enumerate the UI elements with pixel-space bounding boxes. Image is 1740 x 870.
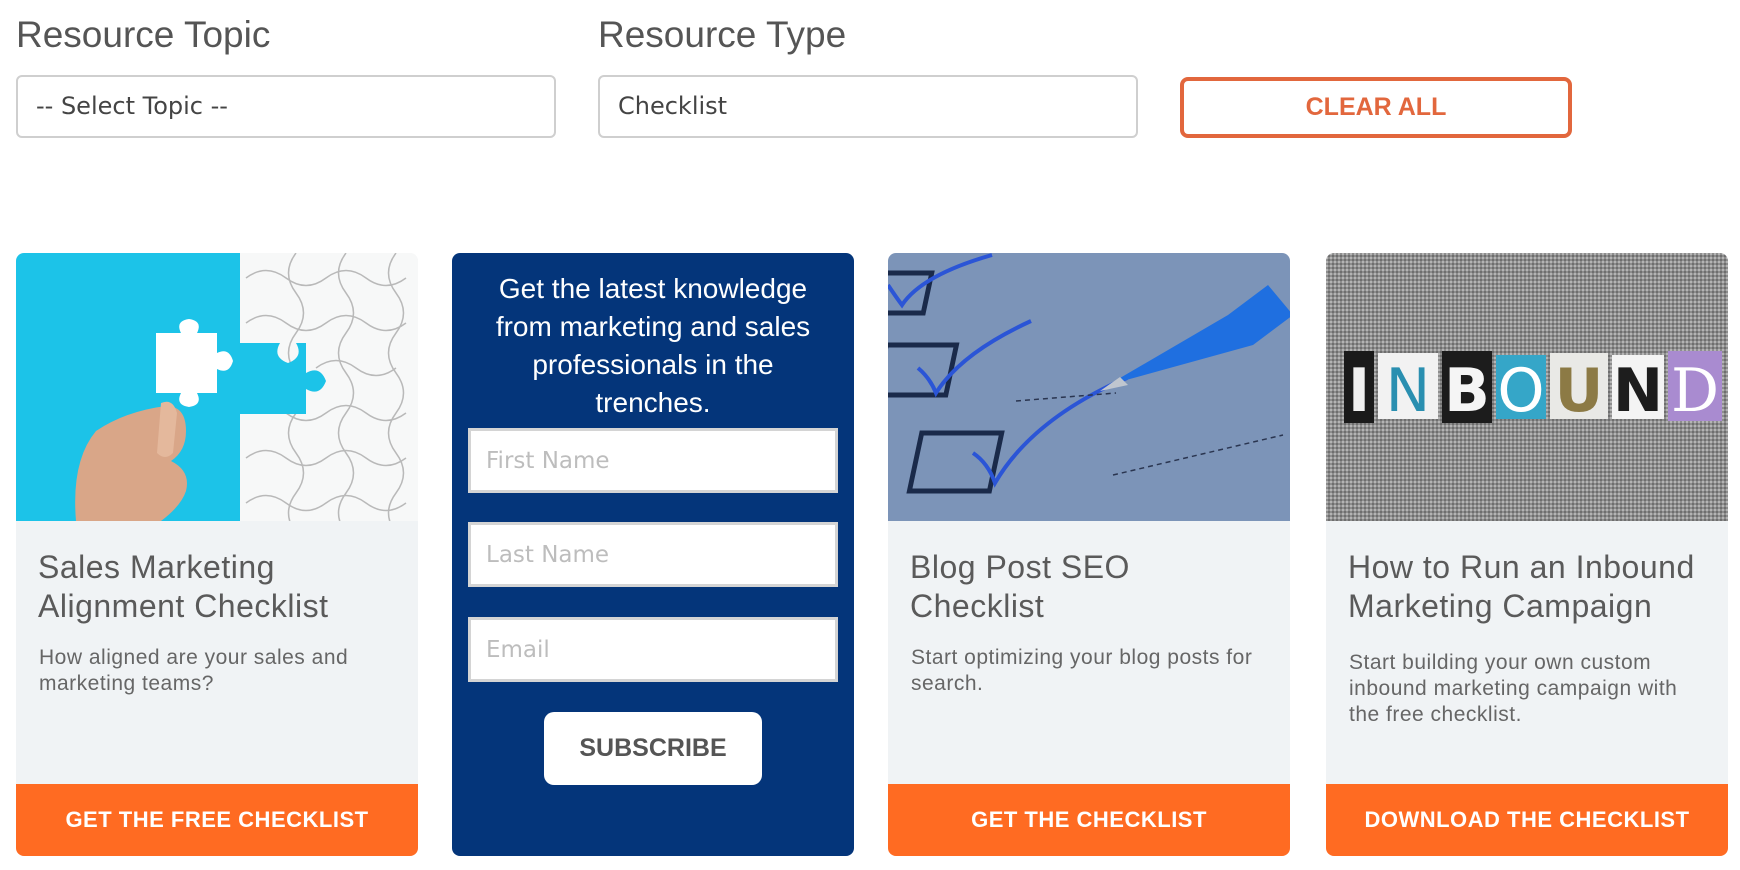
inbound-letter: I: [1348, 356, 1370, 426]
subscribe-button[interactable]: SUBSCRIBE: [544, 712, 762, 785]
first-name-field[interactable]: [468, 428, 838, 493]
clear-all-button[interactable]: CLEAR ALL: [1180, 77, 1572, 138]
inbound-letter: D: [1671, 356, 1719, 426]
resource-topic-label: Resource Topic: [16, 14, 271, 55]
inbound-letter: N: [1613, 356, 1663, 426]
resource-type-label: Resource Type: [598, 14, 847, 55]
card-description: Start optimizing your blog posts for sea…: [911, 646, 1253, 695]
card-description: How aligned are your sales and marketing…: [39, 646, 349, 695]
resource-card: Sales Marketing Alignment Checklist How …: [16, 253, 418, 856]
email-field[interactable]: [468, 617, 838, 682]
puzzle-hand-image[interactable]: [16, 253, 418, 521]
inbound-letter: O: [1497, 356, 1544, 426]
resource-type-select[interactable]: Checklist: [598, 75, 1138, 138]
inbound-letters-image[interactable]: I N B O U N D: [1326, 253, 1728, 521]
resource-card: Blog Post SEO Checklist Start optimizing…: [888, 253, 1290, 856]
resource-card: I N B O U N D How to Run an Inbound Mark…: [1326, 253, 1728, 856]
checklist-pen-image[interactable]: [888, 253, 1290, 521]
card-title[interactable]: How to Run an Inbound Marketing Campaign: [1348, 548, 1708, 626]
subscribe-heading: Get the latest knowledge from marketing …: [495, 273, 811, 418]
inbound-letter: N: [1386, 356, 1431, 426]
card-description: Start building your own custom inbound m…: [1349, 651, 1678, 726]
subscribe-panel: Get the latest knowledge from marketing …: [452, 253, 854, 856]
get-free-checklist-button[interactable]: GET THE FREE CHECKLIST: [16, 784, 418, 856]
get-checklist-button[interactable]: GET THE CHECKLIST: [888, 784, 1290, 856]
inbound-letter: U: [1555, 356, 1604, 426]
download-checklist-button[interactable]: DOWNLOAD THE CHECKLIST: [1326, 784, 1728, 856]
card-title[interactable]: Blog Post SEO Checklist: [910, 548, 1270, 626]
last-name-field[interactable]: [468, 522, 838, 587]
resource-topic-select[interactable]: -- Select Topic --: [16, 75, 556, 138]
inbound-letter: B: [1444, 356, 1490, 426]
card-title[interactable]: Sales Marketing Alignment Checklist: [38, 548, 398, 626]
